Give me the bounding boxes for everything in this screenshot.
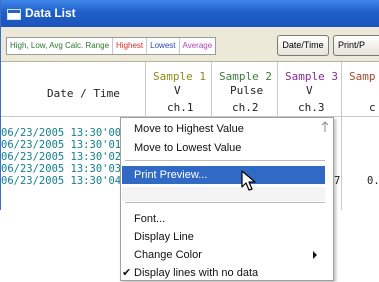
context-menu: Move to Highest Value Move to Lowest Val… bbox=[120, 117, 334, 281]
date-time-header: Date / Time bbox=[47, 87, 120, 100]
column-channel-4: c bbox=[369, 101, 376, 114]
column-channel-3: ch.3 bbox=[298, 101, 325, 114]
menu-item-label: Font... bbox=[134, 213, 166, 225]
menu-item-label: Display lines with no data bbox=[134, 267, 259, 279]
column-name-sample-4: Samp bbox=[349, 70, 376, 83]
grid-divider bbox=[341, 62, 342, 210]
cell-value: 0. bbox=[367, 175, 379, 187]
menu-item-label: Move to Highest Value bbox=[134, 123, 244, 135]
mouse-pointer-icon bbox=[241, 170, 256, 191]
window-title: Data List bbox=[25, 6, 76, 20]
cell-value: 7 bbox=[334, 175, 341, 187]
checkmark-icon: ✔ bbox=[122, 267, 132, 279]
legend-bar: High, Low, Avg Calc. Range Highest Lowes… bbox=[6, 37, 217, 55]
title-bar[interactable]: Data List bbox=[1, 0, 379, 27]
menu-item-change-color[interactable]: Change Color bbox=[122, 246, 325, 264]
menu-separator bbox=[125, 160, 325, 161]
menu-item-print-preview[interactable]: Print Preview... bbox=[122, 166, 325, 184]
column-unit-sample-2: Pulse bbox=[230, 84, 264, 97]
row-timestamp[interactable]: 06/23/2005 13:30'01 bbox=[1, 139, 121, 151]
submenu-arrow-icon bbox=[313, 251, 317, 259]
legend-lowest: Lowest bbox=[147, 38, 180, 54]
row-timestamp[interactable]: 06/23/2005 13:30'00 bbox=[1, 127, 121, 139]
column-channel-2: ch.2 bbox=[232, 101, 259, 114]
column-unit-sample-1: V bbox=[174, 84, 181, 97]
print-button[interactable]: Print/P bbox=[333, 35, 379, 56]
legend-highest: Highest bbox=[113, 38, 148, 54]
column-channel-1: ch.1 bbox=[167, 101, 194, 114]
row-timestamp[interactable]: 06/23/2005 13:30'04 bbox=[1, 175, 121, 187]
menu-item-display-line[interactable]: Display Line bbox=[122, 228, 325, 246]
menu-item-label: Display Line bbox=[134, 231, 194, 243]
legend-average: Average bbox=[182, 41, 213, 50]
menu-item-font[interactable]: Font... bbox=[122, 210, 325, 228]
legend-range: High, Low, Avg Calc. Range bbox=[7, 38, 114, 54]
menu-item-display-lines-no-data[interactable]: ✔ Display lines with no data bbox=[122, 264, 325, 282]
date-time-button[interactable]: Date/Time bbox=[277, 35, 329, 56]
row-timestamp[interactable]: 06/23/2005 13:30'03 bbox=[1, 163, 121, 175]
row-timestamp[interactable]: 06/23/2005 13:30'02 bbox=[1, 151, 121, 163]
menu-gap bbox=[122, 187, 325, 201]
column-name-sample-3: Sample 3 bbox=[285, 70, 338, 83]
menu-item-label: Move to Lowest Value bbox=[134, 142, 242, 154]
menu-item-move-to-highest[interactable]: Move to Highest Value bbox=[122, 120, 325, 138]
window-icon bbox=[7, 9, 21, 20]
column-name-sample-2: Sample 2 bbox=[219, 70, 272, 83]
column-name-sample-1: Sample 1 bbox=[153, 70, 206, 83]
menu-item-label: Print Preview... bbox=[134, 169, 208, 181]
menu-separator bbox=[125, 202, 325, 203]
column-unit-sample-3: V bbox=[306, 84, 313, 97]
menu-item-move-to-lowest[interactable]: Move to Lowest Value bbox=[122, 139, 325, 157]
menu-item-label: Change Color bbox=[134, 249, 202, 261]
scroll-indicator-icon bbox=[321, 121, 329, 132]
